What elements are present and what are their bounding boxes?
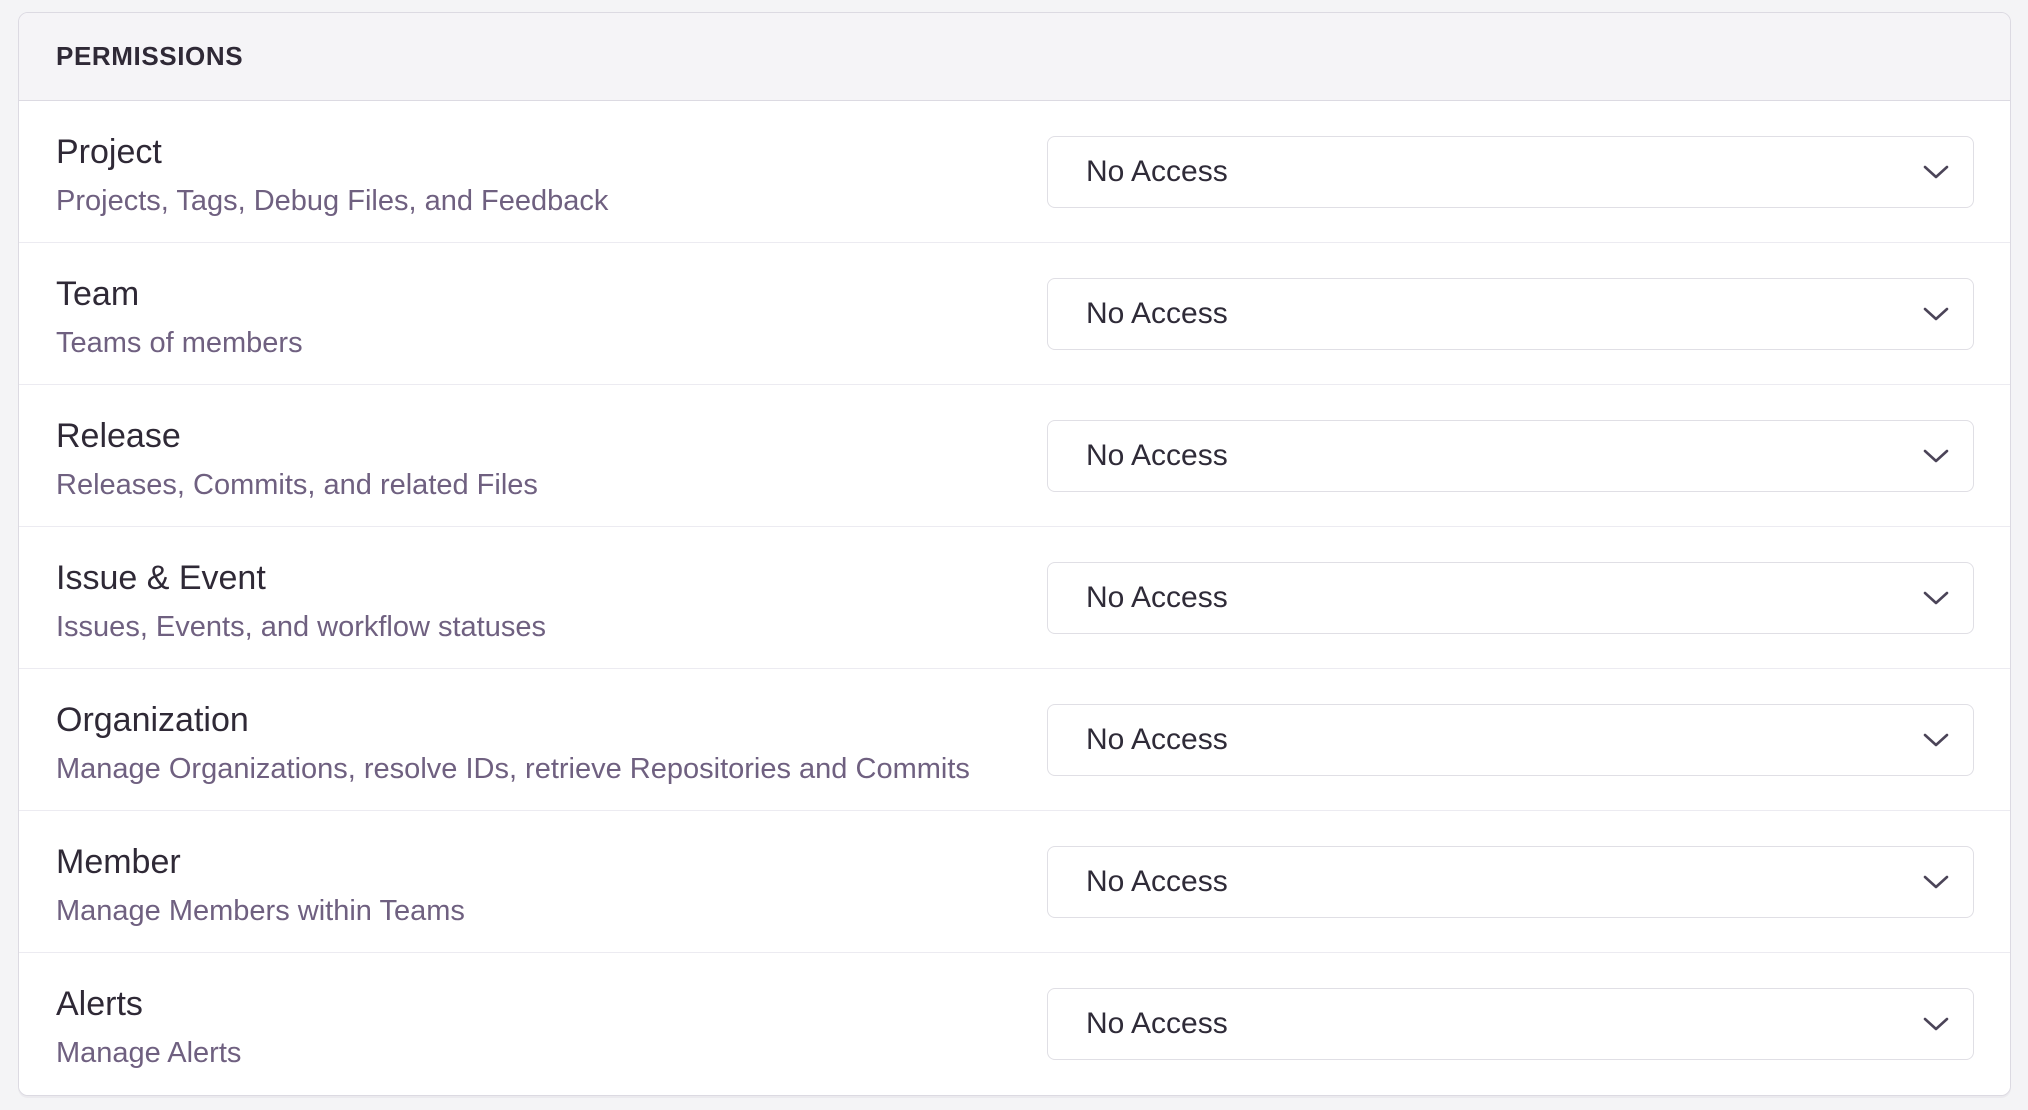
permission-row-alerts: Alerts Manage Alerts No Access xyxy=(19,953,2010,1095)
organization-access-select[interactable]: No Access xyxy=(1047,704,1974,776)
select-value: No Access xyxy=(1086,723,1228,757)
permission-description: Manage Members within Teams xyxy=(56,895,1047,928)
permission-row-release: Release Releases, Commits, and related F… xyxy=(19,385,2010,527)
permission-row-member: Member Manage Members within Teams No Ac… xyxy=(19,811,2010,953)
chevron-down-icon xyxy=(1923,874,1949,890)
panel-header: PERMISSIONS xyxy=(19,13,2010,101)
select-value: No Access xyxy=(1086,155,1228,189)
project-access-select[interactable]: No Access xyxy=(1047,136,1974,208)
permission-description: Manage Organizations, resolve IDs, retri… xyxy=(56,753,1047,786)
permission-description: Manage Alerts xyxy=(56,1037,1047,1070)
permission-title: Organization xyxy=(56,700,1047,740)
select-value: No Access xyxy=(1086,439,1228,473)
panel-header-title: PERMISSIONS xyxy=(56,41,243,72)
permission-title: Team xyxy=(56,274,1047,314)
permission-description: Releases, Commits, and related Files xyxy=(56,469,1047,502)
release-access-select[interactable]: No Access xyxy=(1047,420,1974,492)
permission-title: Issue & Event xyxy=(56,558,1047,598)
permission-description: Issues, Events, and workflow statuses xyxy=(56,611,1047,644)
member-access-select[interactable]: No Access xyxy=(1047,846,1974,918)
permission-title: Member xyxy=(56,842,1047,882)
permission-text-block: Alerts Manage Alerts xyxy=(56,978,1047,1070)
alerts-access-select[interactable]: No Access xyxy=(1047,988,1974,1060)
team-access-select[interactable]: No Access xyxy=(1047,278,1974,350)
permission-row-issue-event: Issue & Event Issues, Events, and workfl… xyxy=(19,527,2010,669)
chevron-down-icon xyxy=(1923,590,1949,606)
permission-text-block: Project Projects, Tags, Debug Files, and… xyxy=(56,126,1047,218)
select-value: No Access xyxy=(1086,581,1228,615)
permission-text-block: Organization Manage Organizations, resol… xyxy=(56,694,1047,786)
permission-row-team: Team Teams of members No Access xyxy=(19,243,2010,385)
permission-row-project: Project Projects, Tags, Debug Files, and… xyxy=(19,101,2010,243)
permission-description: Teams of members xyxy=(56,327,1047,360)
permission-text-block: Member Manage Members within Teams xyxy=(56,836,1047,928)
permission-text-block: Issue & Event Issues, Events, and workfl… xyxy=(56,552,1047,644)
permission-text-block: Release Releases, Commits, and related F… xyxy=(56,410,1047,502)
permission-row-organization: Organization Manage Organizations, resol… xyxy=(19,669,2010,811)
chevron-down-icon xyxy=(1923,1016,1949,1032)
permissions-panel: PERMISSIONS Project Projects, Tags, Debu… xyxy=(18,12,2011,1096)
permission-text-block: Team Teams of members xyxy=(56,268,1047,360)
chevron-down-icon xyxy=(1923,164,1949,180)
chevron-down-icon xyxy=(1923,732,1949,748)
permission-title: Project xyxy=(56,132,1047,172)
chevron-down-icon xyxy=(1923,306,1949,322)
select-value: No Access xyxy=(1086,297,1228,331)
permission-title: Alerts xyxy=(56,984,1047,1024)
select-value: No Access xyxy=(1086,865,1228,899)
permission-description: Projects, Tags, Debug Files, and Feedbac… xyxy=(56,185,1047,218)
select-value: No Access xyxy=(1086,1007,1228,1041)
chevron-down-icon xyxy=(1923,448,1949,464)
issue-event-access-select[interactable]: No Access xyxy=(1047,562,1974,634)
permission-title: Release xyxy=(56,416,1047,456)
